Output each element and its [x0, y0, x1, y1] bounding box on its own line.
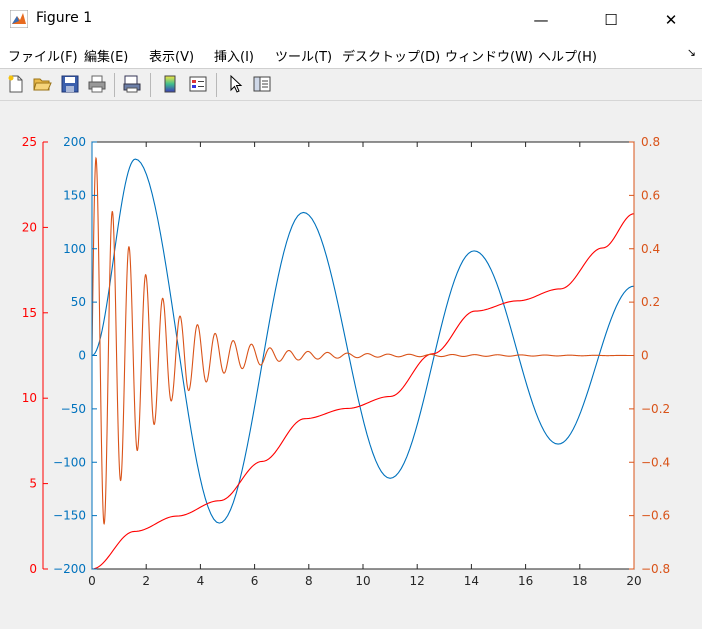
x-tick-label: 12 — [410, 574, 425, 588]
matlab-logo-icon — [10, 10, 28, 28]
inner-left-y-tick-label: 200 — [63, 135, 86, 149]
right-y-tick-label: 0.8 — [641, 135, 660, 149]
inner-left-y-tick-label: −50 — [61, 402, 86, 416]
close-icon: ✕ — [664, 11, 678, 29]
x-tick-label: 8 — [305, 574, 313, 588]
menu-window[interactable]: ウィンドウ(W) — [445, 46, 533, 65]
inner-left-y-tick-label: −100 — [53, 455, 86, 469]
x-tick-label: 4 — [197, 574, 205, 588]
title-bar: Figure 1 — ☐ ✕ — [0, 0, 702, 40]
toolbar-separator — [114, 73, 115, 97]
minimize-icon: — — [533, 11, 549, 29]
right-y-tick-label: −0.2 — [641, 402, 670, 416]
print-preview-icon[interactable] — [122, 74, 142, 94]
colorbar-icon[interactable] — [160, 74, 180, 94]
x-tick-label: 18 — [572, 574, 587, 588]
x-tick-label: 14 — [464, 574, 479, 588]
right-y-tick-label: 0.4 — [641, 242, 660, 256]
menu-view[interactable]: 表示(V) — [149, 46, 194, 65]
x-tick-label: 16 — [518, 574, 533, 588]
right-y-tick-label: −0.8 — [641, 562, 670, 576]
toolbar — [0, 69, 702, 101]
inner-left-y-tick-label: 50 — [71, 295, 86, 309]
close-button[interactable]: ✕ — [648, 0, 694, 40]
menu-insert[interactable]: 挿入(I) — [214, 46, 254, 65]
new-file-icon[interactable] — [6, 74, 26, 94]
pointer-icon[interactable] — [226, 74, 246, 94]
legend-icon[interactable] — [188, 74, 208, 94]
x-tick-label: 10 — [355, 574, 370, 588]
inner-left-y-tick-label: 100 — [63, 242, 86, 256]
minimize-button[interactable]: — — [518, 0, 564, 40]
window-title: Figure 1 — [36, 10, 93, 26]
maximize-icon: ☐ — [604, 11, 618, 29]
outer-left-y-tick-label: 5 — [29, 477, 37, 491]
menu-desktop[interactable]: デスクトップ(D) — [342, 46, 440, 65]
outer-left-y-tick-label: 0 — [29, 562, 37, 576]
maximize-button[interactable]: ☐ — [588, 0, 634, 40]
figure-canvas: 0 2 4 6 8 10 12 14 16 18 20−200−150−100−5005010015… — [22, 135, 670, 588]
print-icon[interactable] — [87, 74, 107, 94]
right-y-tick-label: −0.4 — [641, 455, 670, 469]
x-tick-label: 0 — [88, 574, 96, 588]
property-editor-icon[interactable] — [252, 74, 272, 94]
open-folder-icon[interactable] — [32, 74, 52, 94]
x-tick-label: 20 — [626, 574, 641, 588]
outer-left-y-tick-label: 20 — [22, 220, 37, 234]
inner-left-y-tick-label: −150 — [53, 509, 86, 523]
right-y-tick-label: −0.6 — [641, 509, 670, 523]
menu-edit[interactable]: 編集(E) — [84, 46, 128, 65]
save-icon[interactable] — [60, 74, 80, 94]
inner-left-y-tick-label: 150 — [63, 188, 86, 202]
menu-help[interactable]: ヘルプ(H) — [538, 46, 597, 65]
x-tick-label: 2 — [142, 574, 150, 588]
menu-file[interactable]: ファイル(F) — [8, 46, 78, 65]
outer-left-y-tick-label: 15 — [22, 306, 37, 320]
toolbar-separator — [216, 73, 217, 97]
right-y-tick-label: 0 — [641, 349, 649, 363]
right-y-tick-label: 0.2 — [641, 295, 660, 309]
menu-overflow-icon[interactable]: ↘ — [687, 46, 696, 59]
menu-bar: ファイル(F) 編集(E) 表示(V) 挿入(I) ツール(T) デスクトップ(… — [0, 40, 702, 69]
outer-left-y-tick-label: 10 — [22, 391, 37, 405]
x-tick-label: 6 — [251, 574, 259, 588]
outer-left-y-tick-label: 25 — [22, 135, 37, 149]
toolbar-separator — [150, 73, 151, 97]
inner-left-y-tick-label: 0 — [78, 349, 86, 363]
menu-tools[interactable]: ツール(T) — [275, 46, 332, 65]
right-y-tick-label: 0.6 — [641, 188, 660, 202]
inner-left-y-tick-label: −200 — [53, 562, 86, 576]
